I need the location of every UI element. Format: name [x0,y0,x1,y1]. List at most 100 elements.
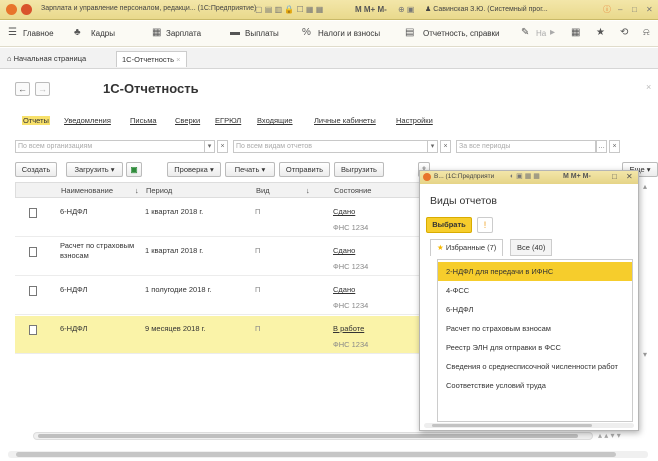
dialog-memory-buttons[interactable]: M M+ M- [563,173,591,180]
link-cabinets[interactable]: Личные кабинеты [314,116,376,125]
scroll-down-icon[interactable]: ▾ [643,350,647,359]
report-type-filter[interactable]: По всем видам отчетов [233,140,428,153]
table-row[interactable]: Расчет по страховым взносам 1 квартал 20… [15,238,435,276]
link-letters[interactable]: Письма [130,116,157,125]
row-period: 1 полугодие 2018 г. [145,285,212,294]
document-icon [29,286,37,296]
column-status[interactable]: Состояние [334,186,371,195]
people-icon: ♣ [74,27,81,38]
toolbar-icons[interactable]: ▢ ▤ ▥ 🔒 ☐ ▦ ▦ [255,4,323,15]
scroll-nav-icons[interactable]: ▴ ▴ ▾ ▾ [598,431,621,440]
help-icon[interactable]: ! [477,217,493,233]
type-clear-icon[interactable]: × [440,140,451,153]
org-dropdown-icon[interactable]: ▾ [204,140,215,153]
dialog-toolbar-icons[interactable]: ◐ ▣ ▦ ▦ [510,172,540,180]
notifications-bell-icon[interactable]: ⍾ [643,27,650,38]
organization-filter[interactable]: По всем организациям [15,140,205,153]
type-dropdown-icon[interactable]: ▾ [427,140,438,153]
tab-favorites[interactable]: ★ Избранные (7) [430,239,504,256]
maximize-button[interactable]: □ [632,4,637,15]
link-reports[interactable]: Отчеты [22,116,50,125]
home-icon: ⌂ [7,54,14,63]
menu-reporting[interactable]: Отчетность, справки [423,29,500,38]
forward-arrow-icon[interactable]: → [35,82,50,96]
list-item[interactable]: 4-ФСС [438,281,632,300]
list-item[interactable]: Расчет по страховым взносам [438,319,632,338]
memory-buttons[interactable]: M M+ M- [355,4,387,15]
tab-close-icon[interactable]: × [176,55,180,64]
search-icon[interactable]: ⊕ ▣ [398,4,414,15]
back-arrow-icon[interactable]: ← [15,82,30,96]
list-item[interactable]: Реестр ЭЛН для отправки в ФСС [438,338,632,357]
row-name: 6-НДФЛ [60,285,88,294]
row-status[interactable]: Сдано [333,207,355,216]
tab-reporting[interactable]: 1С-Отчетность × [116,51,187,67]
menu-taxes[interactable]: Налоги и взносы [318,29,380,38]
table-row[interactable]: 6-НДФЛ 1 полугодие 2018 г. П Сдано ФНС 1… [15,277,435,315]
list-item[interactable]: 6-НДФЛ [438,300,632,319]
dialog-title: В... (1С:Предприяти [434,173,495,180]
column-period[interactable]: Период [146,186,172,195]
menu-main[interactable]: Главное [23,29,54,38]
favorites-star-icon[interactable]: ★ [596,27,605,38]
star-icon: ★ [437,243,446,252]
menu-hr[interactable]: Кадры [91,29,115,38]
minimize-button[interactable]: – [618,4,622,15]
sort-arrow-icon[interactable]: ↓ [135,186,139,195]
row-period: 1 квартал 2018 г. [145,246,204,255]
close-button[interactable]: ✕ [646,4,653,15]
info-icon[interactable]: ⓘ [603,4,611,15]
print-button[interactable]: Печать ▾ [225,162,275,177]
link-incoming[interactable]: Входящие [257,116,293,125]
check-button[interactable]: Проверка ▾ [167,162,221,177]
column-name[interactable]: Наименование [61,186,113,195]
sort-arrow-icon[interactable]: ↓ [306,186,310,195]
list-item[interactable]: Сведения о среднесписочной численности р… [438,357,632,376]
list-item[interactable]: 2-НДФЛ для передачи в ИФНС [438,262,632,281]
tab-favorites-label: Избранные (7) [445,243,497,252]
page-close-icon[interactable]: × [646,82,651,92]
link-reconciliations[interactable]: Сверки [175,116,200,125]
list-item[interactable]: Соответствие условий труда [438,376,632,395]
export-button[interactable]: Выгрузить [334,162,384,177]
table-scroll-thumb[interactable] [38,434,578,438]
tab-home[interactable]: ⌂ Начальная страница [2,51,91,67]
dialog-scroll-thumb[interactable] [432,424,592,427]
create-button[interactable]: Создать [15,162,57,177]
excel-icon[interactable]: ▣ [126,162,142,177]
page-scroll-thumb[interactable] [16,452,616,457]
history-icon[interactable]: ⟲ [620,27,628,38]
link-settings[interactable]: Настройки [396,116,433,125]
dialog-close-button[interactable]: ✕ [626,172,633,181]
row-status[interactable]: Сдано [333,246,355,255]
scroll-up-icon[interactable]: ▴ [643,182,647,191]
document-icon [29,208,37,218]
current-user[interactable]: ♟ Савинская З.Ю. (Системный прог... [425,4,548,15]
row-status[interactable]: В работе [333,324,364,333]
period-select-icon[interactable]: … [596,140,607,153]
column-kind[interactable]: Вид [256,186,270,195]
dialog-maximize-button[interactable]: □ [612,172,617,181]
tab-all[interactable]: Все (40) [510,239,553,256]
send-button[interactable]: Отправить [279,162,330,177]
apps-grid-icon[interactable]: ▦ [571,27,580,38]
menu-more[interactable]: На [536,29,546,38]
row-recipient: ФНС 1234 [333,223,369,232]
link-egrul[interactable]: ЕГРЮЛ [215,116,241,125]
choose-button[interactable]: Выбрать [426,217,472,233]
org-clear-icon[interactable]: × [217,140,228,153]
link-notifications[interactable]: Уведомления [64,116,111,125]
period-filter[interactable]: За все периоды [456,140,596,153]
row-kind: П [255,285,261,294]
row-status[interactable]: Сдано [333,285,355,294]
menu-payments[interactable]: Выплаты [245,29,279,38]
load-button[interactable]: Загрузить ▾ [66,162,123,177]
table-row[interactable]: 6-НДФЛ 1 квартал 2018 г. П Сдано ФНС 123… [15,199,435,237]
app-menu-icon[interactable] [21,4,32,15]
period-clear-icon[interactable]: × [609,140,620,153]
dialog-heading: Виды отчетов [430,195,497,207]
chevron-right-icon[interactable]: ▸ [550,27,555,38]
table-row-selected[interactable]: 6-НДФЛ 9 месяцев 2018 г. П В работе ФНС … [15,316,435,354]
hamburger-icon[interactable]: ☰ [8,27,17,38]
menu-salary[interactable]: Зарплата [166,29,201,38]
